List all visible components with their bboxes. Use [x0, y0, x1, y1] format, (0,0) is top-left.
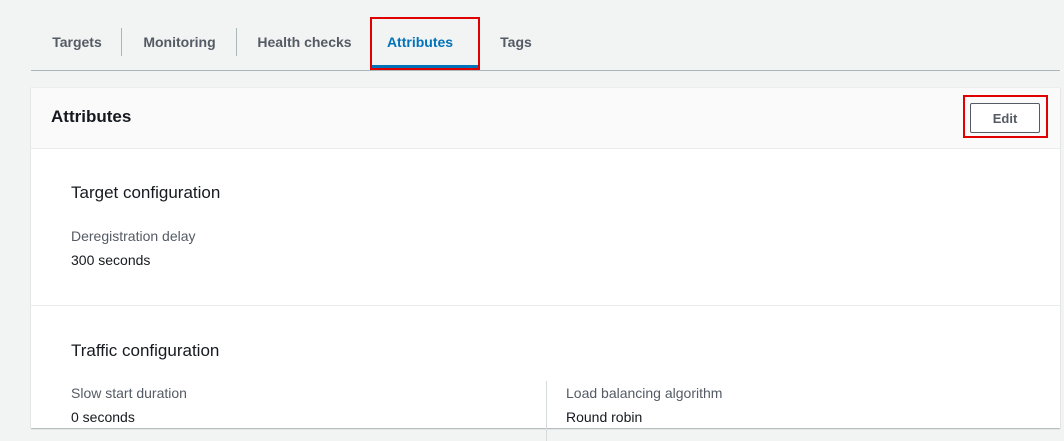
- load-balancing-algorithm-label: Load balancing algorithm: [566, 385, 723, 401]
- tab-bar: Targets Monitoring Health checks Attribu…: [31, 18, 1060, 71]
- tab-monitoring[interactable]: Monitoring: [142, 18, 217, 66]
- edit-button[interactable]: Edit: [970, 103, 1040, 133]
- tab-divider: [121, 28, 122, 56]
- deregistration-delay-label: Deregistration delay: [71, 228, 196, 244]
- slow-start-duration-value: 0 seconds: [71, 409, 135, 425]
- panel-header: Attributes Edit: [31, 88, 1060, 149]
- panel-title: Attributes: [51, 107, 132, 126]
- tab-tags[interactable]: Tags: [498, 18, 534, 66]
- section-title: Traffic configuration: [71, 341, 220, 360]
- load-balancing-algorithm-value: Round robin: [566, 409, 643, 425]
- attributes-panel: Attributes Edit Target configuration Der…: [31, 87, 1060, 441]
- target-configuration-section: Target configuration Deregistration dela…: [31, 149, 1060, 306]
- tab-health-checks[interactable]: Health checks: [257, 18, 352, 66]
- traffic-configuration-section: Traffic configuration Slow start duratio…: [31, 306, 1060, 441]
- slow-start-duration-label: Slow start duration: [71, 385, 187, 401]
- column-divider: [546, 381, 547, 441]
- deregistration-delay-value: 300 seconds: [71, 252, 151, 268]
- section-title: Target configuration: [71, 183, 221, 202]
- tab-targets[interactable]: Targets: [51, 18, 103, 66]
- tab-divider: [236, 28, 237, 56]
- attributes-tab-highlight-box: [370, 17, 480, 70]
